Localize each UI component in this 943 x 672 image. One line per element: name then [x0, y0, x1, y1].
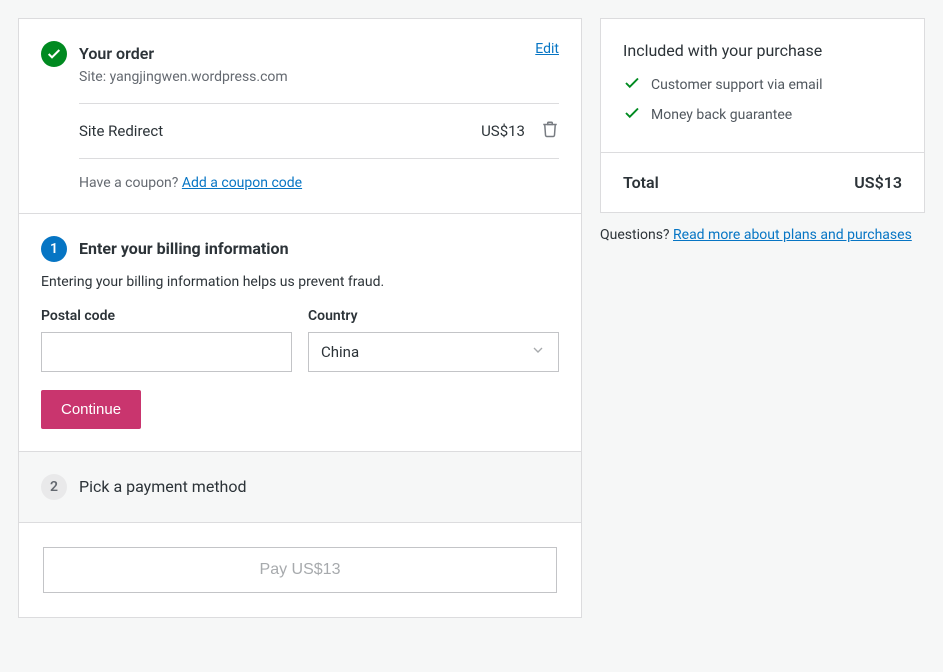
total-value: US$13: [854, 173, 902, 192]
add-coupon-link[interactable]: Add a coupon code: [182, 175, 302, 191]
order-item-price: US$13: [481, 122, 525, 140]
total-row: Total US$13: [601, 153, 924, 212]
payment-section: 2 Pick a payment method: [19, 452, 581, 523]
questions-row: Questions? Read more about plans and pur…: [600, 227, 925, 243]
continue-button[interactable]: Continue: [41, 390, 141, 429]
billing-title: Enter your billing information: [79, 236, 559, 262]
order-item-name: Site Redirect: [79, 122, 481, 140]
questions-prompt: Questions?: [600, 227, 673, 243]
country-label: Country: [308, 308, 559, 324]
chevron-down-icon: [530, 342, 546, 362]
postal-input[interactable]: [41, 332, 292, 372]
included-item: Customer support via email: [623, 74, 902, 96]
pay-footer: Pay US$13: [19, 523, 581, 617]
billing-helper: Entering your billing information helps …: [41, 274, 559, 290]
included-title: Included with your purchase: [623, 41, 902, 60]
included-item-label: Customer support via email: [651, 77, 823, 93]
billing-section: 1 Enter your billing information Enterin…: [19, 214, 581, 452]
pay-button: Pay US$13: [43, 547, 557, 593]
order-site: Site: yangjingwen.wordpress.com: [79, 69, 523, 85]
included-item: Money back guarantee: [623, 104, 902, 126]
total-label: Total: [623, 173, 659, 192]
coupon-prompt: Have a coupon?: [79, 175, 182, 191]
check-circle-icon: [41, 41, 67, 67]
postal-label: Postal code: [41, 308, 292, 324]
included-item-label: Money back guarantee: [651, 107, 792, 123]
check-icon: [623, 74, 641, 96]
order-section: Your order Site: yangjingwen.wordpress.c…: [19, 19, 581, 214]
country-value: China: [321, 343, 359, 361]
order-title: Your order: [79, 41, 523, 67]
country-select[interactable]: China: [308, 332, 559, 372]
questions-link[interactable]: Read more about plans and purchases: [673, 227, 912, 243]
payment-title: Pick a payment method: [79, 474, 559, 500]
step-2-badge: 2: [41, 474, 67, 500]
edit-order-link[interactable]: Edit: [535, 41, 559, 57]
check-icon: [623, 104, 641, 126]
trash-icon[interactable]: [541, 120, 559, 142]
coupon-row: Have a coupon? Add a coupon code: [79, 158, 559, 191]
step-1-badge: 1: [41, 236, 67, 262]
order-item-row: Site Redirect US$13: [79, 103, 559, 158]
included-box: Included with your purchase Customer sup…: [601, 19, 924, 153]
